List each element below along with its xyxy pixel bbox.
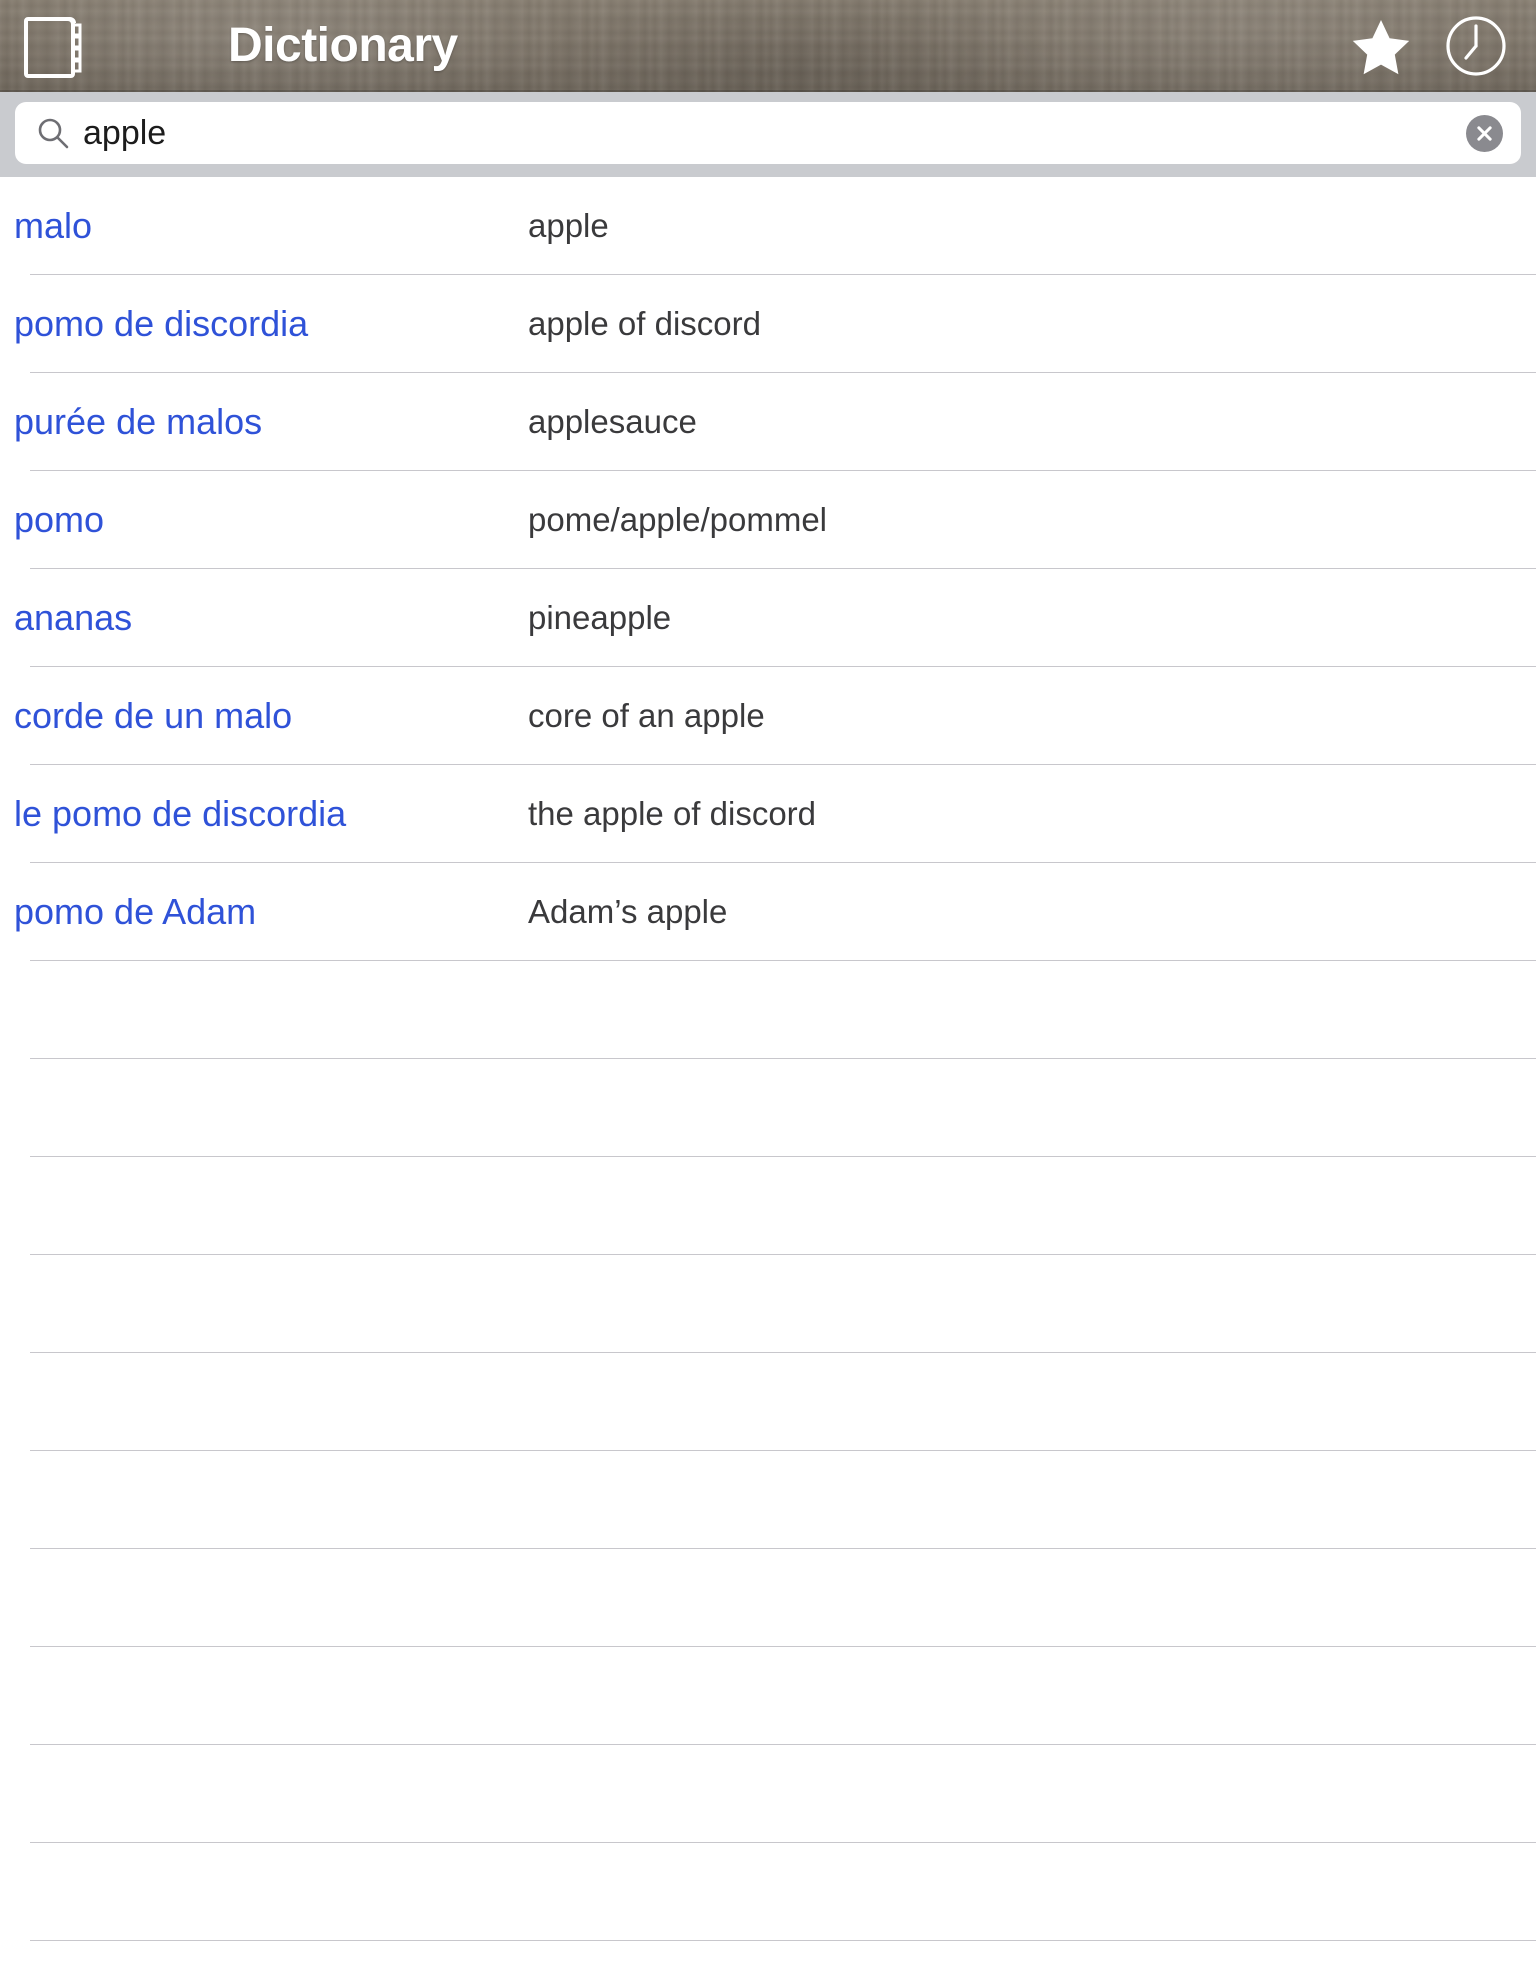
table-row[interactable]: le pomo de discordia the apple of discord: [0, 765, 1536, 863]
star-icon: [1352, 20, 1410, 75]
row-gloss: core of an apple: [528, 697, 765, 734]
row-term: malo: [14, 205, 93, 246]
table-row[interactable]: [0, 961, 1536, 1059]
clock-icon: [1446, 16, 1506, 76]
navigation-bar: Dictionary: [0, 0, 1536, 92]
search-input-value: apple: [83, 114, 167, 152]
book-icon[interactable]: [22, 10, 84, 82]
row-term: pomo de discordia: [14, 303, 309, 344]
table-row[interactable]: [0, 1549, 1536, 1647]
row-term: le pomo de discordia: [14, 793, 347, 834]
table-row[interactable]: corde de un malo core of an apple: [0, 667, 1536, 765]
row-term: pomo: [14, 499, 105, 540]
table-row[interactable]: [0, 1157, 1536, 1255]
favorites-button[interactable]: [1350, 16, 1412, 76]
table-row[interactable]: [0, 1941, 1536, 1980]
row-gloss: Adam’s apple: [528, 893, 728, 930]
table-row[interactable]: [0, 1353, 1536, 1451]
search-input[interactable]: apple: [15, 102, 1521, 164]
row-term: ananas: [14, 597, 133, 638]
row-gloss: pineapple: [528, 599, 672, 636]
clear-circle-icon[interactable]: [1466, 115, 1503, 152]
table-row[interactable]: [0, 1059, 1536, 1157]
row-gloss: applesauce: [528, 403, 697, 440]
table-row[interactable]: malo apple: [0, 177, 1536, 275]
row-term: pomo de Adam: [14, 891, 257, 932]
row-term: purée de malos: [14, 401, 263, 442]
table-row[interactable]: [0, 1647, 1536, 1745]
table-row[interactable]: pomo de discordia apple of discord: [0, 275, 1536, 373]
table-row[interactable]: purée de malos applesauce: [0, 373, 1536, 471]
table-row[interactable]: [0, 1255, 1536, 1353]
history-button[interactable]: [1444, 14, 1508, 78]
row-gloss: apple of discord: [528, 305, 761, 342]
table-row[interactable]: ananas pineapple: [0, 569, 1536, 667]
table-row[interactable]: [0, 1745, 1536, 1843]
page-title: Dictionary: [228, 19, 458, 72]
row-gloss: pome/apple/pommel: [528, 501, 827, 538]
table-row[interactable]: pomo pome/apple/pommel: [0, 471, 1536, 569]
row-gloss: apple: [528, 207, 609, 244]
search-icon: [37, 117, 69, 149]
table-row[interactable]: [0, 1843, 1536, 1941]
search-results-list[interactable]: malo apple pomo de discordia apple of disco…: [0, 177, 1536, 1980]
table-row[interactable]: pomo de Adam Adam’s apple: [0, 863, 1536, 961]
row-gloss: the apple of discord: [528, 795, 817, 832]
table-row[interactable]: [0, 1451, 1536, 1549]
search-bar: apple: [0, 92, 1536, 177]
row-term: corde de un malo: [14, 695, 293, 736]
dictionary-app-window: Dictionary apple malo apple pomo de disc…: [0, 0, 1536, 1980]
